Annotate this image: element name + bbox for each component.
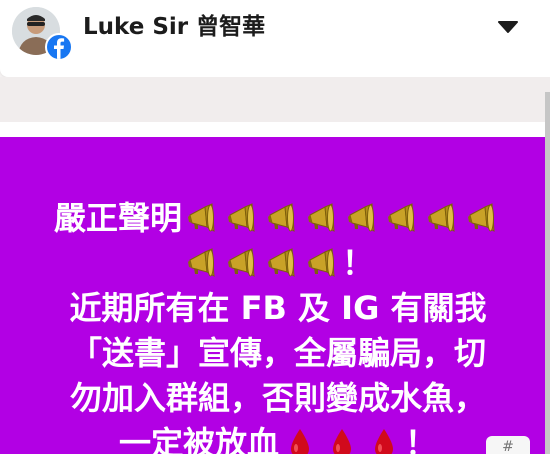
megaphone-icon <box>346 203 378 235</box>
menu-dropdown-button[interactable] <box>488 12 528 42</box>
post-line-5: 勿加入群組，否則變成水魚， <box>69 379 486 417</box>
megaphone-icon <box>306 203 338 235</box>
megaphone-icon <box>266 203 298 235</box>
megaphone-icon <box>426 203 458 235</box>
megaphone-icon <box>186 203 218 235</box>
post-line-6: 一定被放血！ <box>18 421 538 454</box>
post-line-3: 近期所有在 FB 及 IG 有關我 <box>69 289 487 327</box>
megaphone-icon <box>466 203 498 235</box>
scrollbar[interactable] <box>545 92 550 454</box>
megaphone-row-1 <box>182 199 502 237</box>
post-line-4: 「送書」宣傳，全屬騙局，切 <box>69 334 486 372</box>
caret-down-icon <box>498 21 518 33</box>
megaphone-icon <box>186 248 218 280</box>
post-line-2: ！ <box>18 241 538 286</box>
megaphone-icon <box>226 203 258 235</box>
megaphone-row-2 <box>182 244 342 282</box>
post-text: 嚴正聲明 ！ 近期所有在 FB 及 IG 有關我 「送書」宣傳，全屬騙局，切 勿… <box>18 196 538 454</box>
megaphone-icon <box>386 203 418 235</box>
blood-drop-icon <box>330 428 354 454</box>
megaphone-icon <box>226 248 258 280</box>
post-header: Luke Sir 曾智華 <box>0 0 550 77</box>
corner-button[interactable]: # <box>486 436 530 454</box>
facebook-icon <box>45 33 73 61</box>
blood-drop-icon <box>288 428 312 454</box>
megaphone-icon <box>306 248 338 280</box>
page-name[interactable]: Luke Sir 曾智華 <box>83 10 265 44</box>
feed-gap <box>0 77 550 122</box>
blood-drop-icon <box>372 428 396 454</box>
megaphone-icon <box>266 248 298 280</box>
post-line-1: 嚴正聲明 <box>18 196 538 241</box>
